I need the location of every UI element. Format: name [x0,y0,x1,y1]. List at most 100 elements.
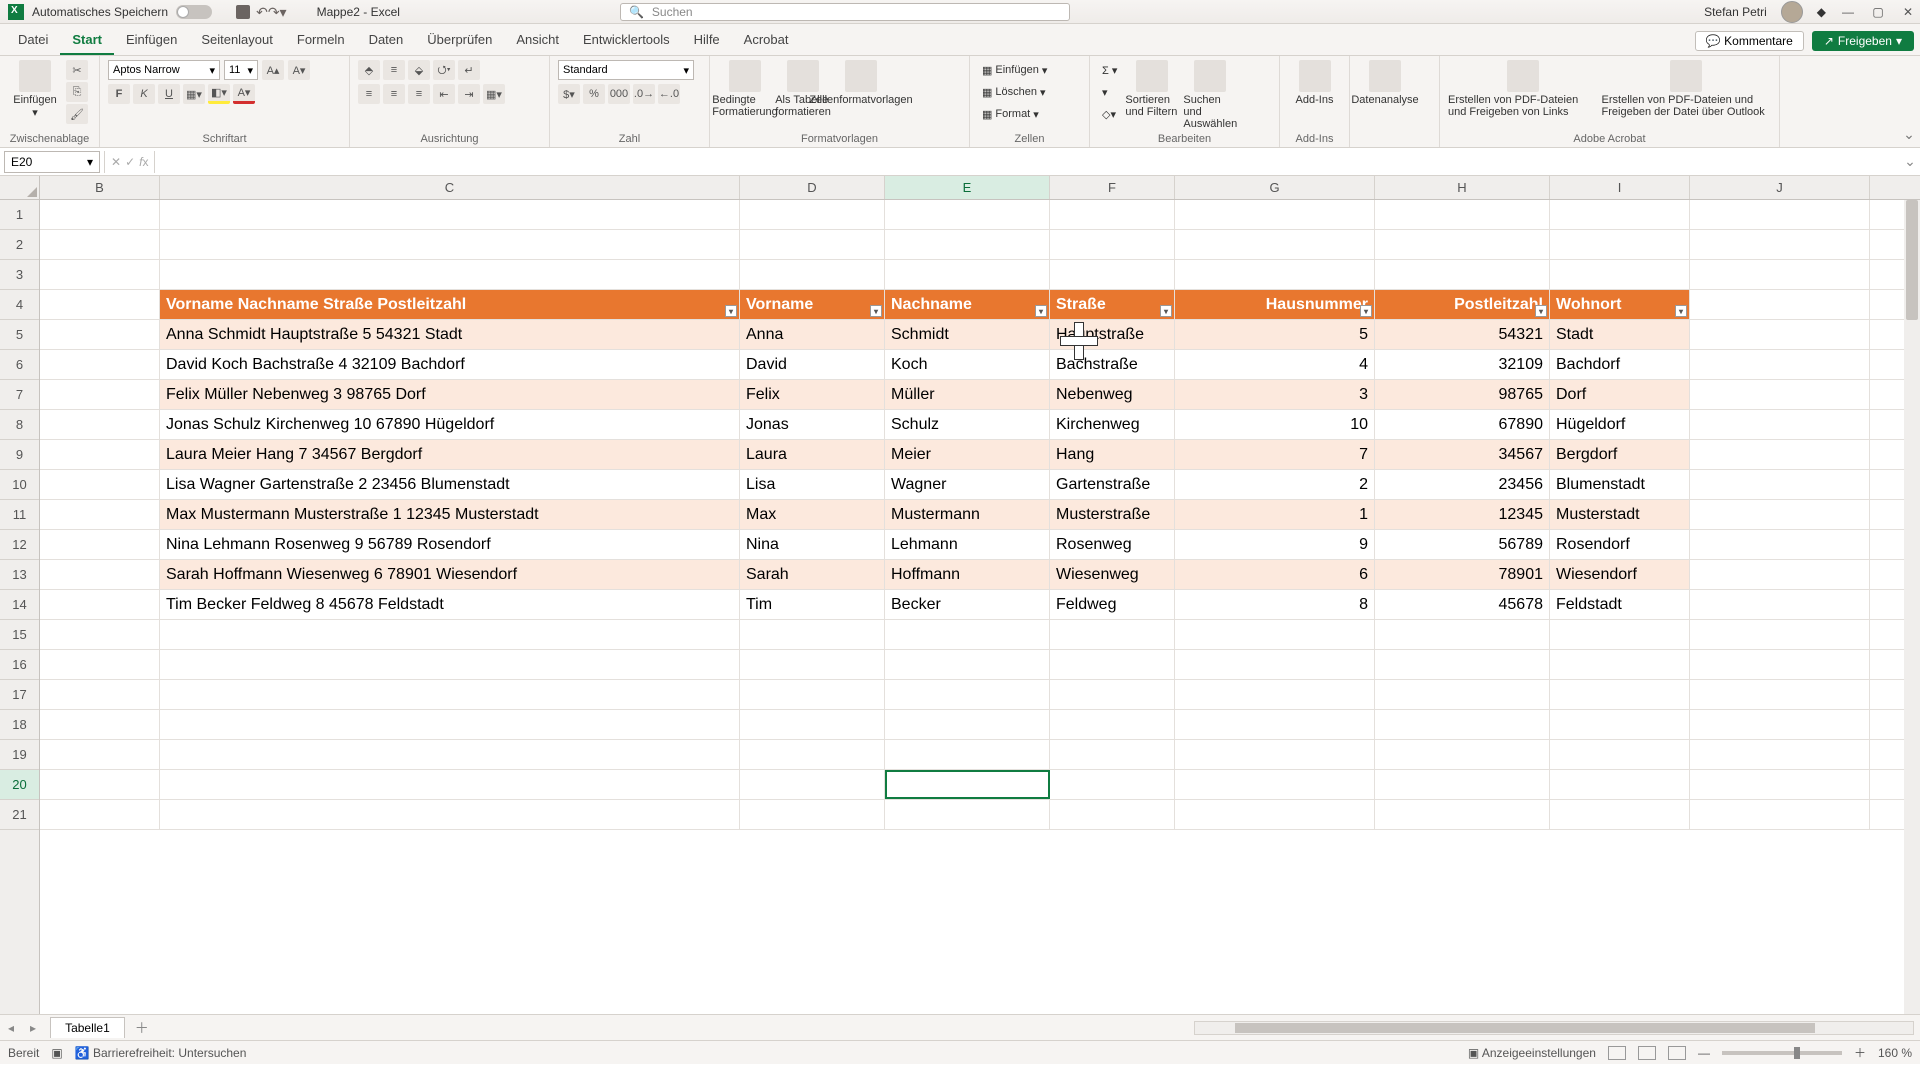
cell[interactable]: Felix Müller Nebenweg 3 98765 Dorf [160,380,740,409]
cell[interactable]: Nebenweg [1050,380,1175,409]
cell[interactable]: Hausnummer▾ [1175,290,1375,319]
cell[interactable] [885,650,1050,679]
cell[interactable] [1175,260,1375,289]
cell[interactable] [740,200,885,229]
cell[interactable]: Musterstadt [1550,500,1690,529]
cell[interactable] [1690,560,1870,589]
cell[interactable]: Sarah [740,560,885,589]
minimize-icon[interactable]: — [1840,4,1856,20]
cell[interactable] [1690,740,1870,769]
row-header[interactable]: 16 [0,650,39,680]
cell[interactable]: Feldweg [1050,590,1175,619]
spreadsheet-grid[interactable]: 123456789101112131415161718192021 BCDEFG… [0,176,1920,1014]
cell[interactable]: Vorname Nachname Straße Postleitzahl▾ [160,290,740,319]
column-header-H[interactable]: H [1375,176,1550,199]
align-top-icon[interactable]: ⬘ [358,60,380,80]
cell[interactable]: Gartenstraße [1050,470,1175,499]
cell[interactable] [40,590,160,619]
cell[interactable] [1175,800,1375,829]
cell[interactable]: Laura Meier Hang 7 34567 Bergdorf [160,440,740,469]
cell[interactable] [1050,230,1175,259]
autosave-toggle[interactable] [176,5,212,19]
cell[interactable]: Hügeldorf [1550,410,1690,439]
font-name-select[interactable]: Aptos Narrow▾ [108,60,220,80]
normal-view-icon[interactable] [1608,1046,1626,1060]
cell[interactable] [1175,230,1375,259]
filter-dropdown-icon[interactable]: ▾ [725,305,737,317]
align-left-icon[interactable]: ≡ [358,84,380,104]
row-header[interactable]: 7 [0,380,39,410]
row-header[interactable]: 9 [0,440,39,470]
cell[interactable]: Schmidt [885,320,1050,349]
cell[interactable] [1690,650,1870,679]
cell[interactable] [885,710,1050,739]
column-header-J[interactable]: J [1690,176,1870,199]
cell[interactable]: 34567 [1375,440,1550,469]
filter-dropdown-icon[interactable]: ▾ [870,305,882,317]
cell[interactable] [1050,770,1175,799]
cell[interactable] [1375,770,1550,799]
sheet-nav-next-icon[interactable]: ▸ [22,1021,44,1035]
cell[interactable] [1050,200,1175,229]
cell[interactable] [1550,620,1690,649]
cell[interactable]: Feldstadt [1550,590,1690,619]
cell[interactable]: 6 [1175,560,1375,589]
inc-decimal-icon[interactable]: .0→ [633,84,655,104]
align-right-icon[interactable]: ≡ [408,84,430,104]
cell[interactable] [1175,680,1375,709]
cell[interactable]: Koch [885,350,1050,379]
cell[interactable]: Becker [885,590,1050,619]
cell[interactable]: Postleitzahl▾ [1375,290,1550,319]
cell[interactable] [1690,710,1870,739]
delete-cells-button[interactable]: ▦ Löschen ▾ [978,82,1051,102]
cell[interactable] [1690,320,1870,349]
cell[interactable]: Lisa [740,470,885,499]
row-header[interactable]: 3 [0,260,39,290]
cell[interactable]: 56789 [1375,530,1550,559]
tab-acrobat[interactable]: Acrobat [732,26,801,55]
grow-font-icon[interactable]: A▴ [262,60,284,80]
cell[interactable]: Schulz [885,410,1050,439]
cell[interactable] [1050,620,1175,649]
cell[interactable] [1690,470,1870,499]
cell[interactable] [740,260,885,289]
cell[interactable] [1690,500,1870,529]
format-painter-icon[interactable]: 🖌 [66,104,88,124]
cell[interactable]: Wagner [885,470,1050,499]
cell[interactable] [40,440,160,469]
share-button[interactable]: ↗ Freigeben ▾ [1812,31,1914,51]
cell[interactable] [1375,710,1550,739]
cell[interactable] [740,650,885,679]
zoom-out-icon[interactable]: — [1698,1046,1710,1060]
cell[interactable]: 8 [1175,590,1375,619]
data-analysis-button[interactable]: Datenanalyse [1358,60,1412,106]
cell[interactable]: David Koch Bachstraße 4 32109 Bachdorf [160,350,740,379]
cell[interactable]: Kirchenweg [1050,410,1175,439]
row-header[interactable]: 20 [0,770,39,800]
tab-entwicklertools[interactable]: Entwicklertools [571,26,682,55]
macro-record-icon[interactable]: ▣ [51,1046,62,1060]
cell[interactable] [160,260,740,289]
save-icon[interactable] [236,5,250,19]
row-header[interactable]: 14 [0,590,39,620]
cell[interactable]: Nachname▾ [885,290,1050,319]
expand-formula-bar-icon[interactable]: ⌄ [1900,153,1920,170]
row-header[interactable]: 8 [0,410,39,440]
dec-decimal-icon[interactable]: ←.0 [658,84,680,104]
cell[interactable] [740,770,885,799]
filter-dropdown-icon[interactable]: ▾ [1360,305,1372,317]
filter-dropdown-icon[interactable]: ▾ [1160,305,1172,317]
cell[interactable]: 1 [1175,500,1375,529]
cell-styles-button[interactable]: Zellenformatvorlagen [834,60,888,106]
cell[interactable]: 67890 [1375,410,1550,439]
comments-button[interactable]: 💬 Kommentare [1695,31,1804,51]
sheet-tab[interactable]: Tabelle1 [50,1017,125,1038]
cell[interactable]: Straße▾ [1050,290,1175,319]
cell[interactable] [1690,680,1870,709]
cell[interactable] [1550,650,1690,679]
cell[interactable] [160,710,740,739]
cell[interactable]: 78901 [1375,560,1550,589]
cell[interactable] [1375,650,1550,679]
cell[interactable] [1175,710,1375,739]
acrobat-create-links-button[interactable]: Erstellen von PDF-Dateien und Freigeben … [1448,60,1598,118]
